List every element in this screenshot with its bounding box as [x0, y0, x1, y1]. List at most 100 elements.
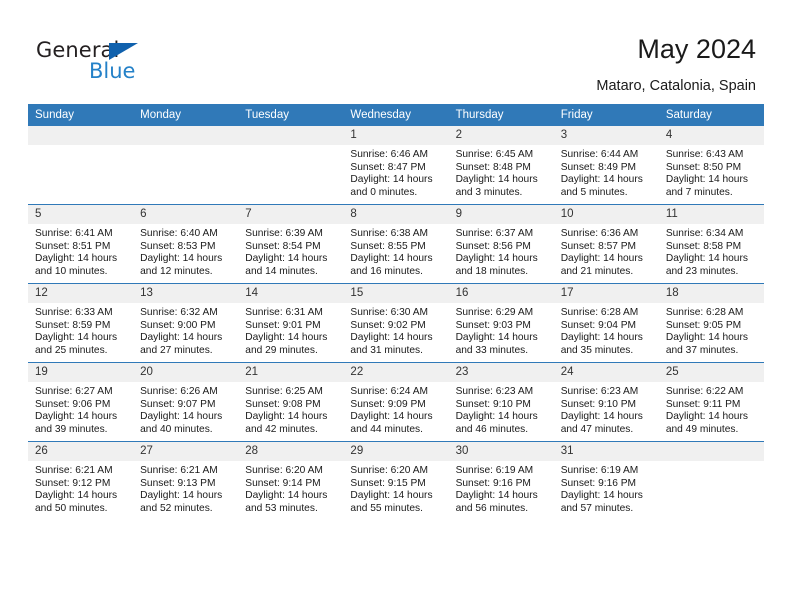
calendar-day-cell[interactable]: 30 Sunrise: 6:19 AM Sunset: 9:16 PM Dayligh…	[448, 441, 554, 520]
day-sun-info: Sunrise: 6:33 AM Sunset: 8:59 PM Daylight:…	[28, 303, 133, 357]
calendar-day-cell[interactable]: 10 Sunrise: 6:36 AM Sunset: 8:57 PM Dayligh…	[553, 204, 659, 284]
daylight-duration-line2: and 21 minutes.	[560, 265, 634, 277]
daylight-duration-line1: Daylight: 14 hours	[560, 490, 643, 502]
calendar-day-cell[interactable]: 28 Sunrise: 6:20 AM Sunset: 9:14 PM Dayligh…	[238, 441, 344, 520]
page-subtitle: Mataro, Catalonia, Spain	[596, 78, 756, 94]
sunset-time: Sunset: 8:50 PM	[665, 161, 742, 173]
day-number: 16	[448, 284, 554, 303]
day-sun-info: Sunrise: 6:23 AM Sunset: 9:10 PM Daylight:…	[554, 382, 659, 436]
sunrise-time: Sunrise: 6:20 AM	[245, 465, 323, 476]
day-cell-content: 27 Sunrise: 6:21 AM Sunset: 9:13 PM Dayligh…	[133, 442, 239, 520]
daylight-duration-line2: and 27 minutes.	[140, 344, 213, 356]
day-number: 20	[133, 363, 239, 382]
day-cell-content: 22 Sunrise: 6:24 AM Sunset: 9:09 PM Dayligh…	[343, 363, 449, 441]
calendar-week-row: 19 Sunrise: 6:27 AM Sunset: 9:06 PM Dayligh…	[28, 362, 764, 442]
day-sun-info: Sunrise: 6:21 AM Sunset: 9:12 PM Daylight:…	[28, 461, 133, 515]
day-cell-content: 1 Sunrise: 6:46 AM Sunset: 8:47 PM Daylight…	[343, 126, 449, 204]
sunset-time: Sunset: 9:16 PM	[560, 477, 637, 489]
calendar-day-cell[interactable]: 5 Sunrise: 6:41 AM Sunset: 8:51 PM Daylight…	[28, 204, 134, 284]
daylight-duration-line1: Daylight: 14 hours	[560, 174, 643, 186]
calendar-day-cell[interactable]: 1 Sunrise: 6:46 AM Sunset: 8:47 PM Daylight…	[343, 126, 449, 205]
sunrise-time: Sunrise: 6:19 AM	[560, 465, 639, 476]
day-number: 26	[28, 442, 134, 461]
calendar-day-cell[interactable]: 7 Sunrise: 6:39 AM Sunset: 8:54 PM Daylight…	[238, 204, 344, 284]
sunset-time: Sunset: 9:01 PM	[245, 319, 321, 331]
weekday-header-friday: Friday	[553, 104, 659, 126]
sunrise-time: Sunrise: 6:32 AM	[140, 307, 218, 318]
sunrise-time: Sunrise: 6:46 AM	[350, 149, 429, 160]
calendar-day-cell[interactable]: 17 Sunrise: 6:28 AM Sunset: 9:04 PM Dayligh…	[553, 283, 659, 363]
sunrise-time: Sunrise: 6:39 AM	[245, 228, 323, 239]
calendar-day-cell[interactable]: 23 Sunrise: 6:23 AM Sunset: 9:10 PM Dayligh…	[448, 362, 554, 442]
sunset-time: Sunset: 8:53 PM	[140, 240, 216, 252]
sunset-time: Sunset: 8:57 PM	[560, 240, 637, 252]
brand-logo[interactable]: General Blue	[36, 38, 196, 86]
calendar-day-cell[interactable]: 4 Sunrise: 6:43 AM Sunset: 8:50 PM Daylight…	[658, 126, 764, 205]
calendar-day-cell[interactable]: 18 Sunrise: 6:28 AM Sunset: 9:05 PM Dayligh…	[658, 283, 764, 363]
calendar-day-cell[interactable]: 13 Sunrise: 6:32 AM Sunset: 9:00 PM Dayligh…	[133, 283, 239, 363]
calendar-day-cell[interactable]: 11 Sunrise: 6:34 AM Sunset: 8:58 PM Dayligh…	[658, 204, 764, 284]
calendar-day-cell[interactable]: 29 Sunrise: 6:20 AM Sunset: 9:15 PM Dayligh…	[343, 441, 449, 520]
calendar-day-cell[interactable]: 12 Sunrise: 6:33 AM Sunset: 8:59 PM Dayligh…	[28, 283, 134, 363]
day-sun-info: Sunrise: 6:39 AM Sunset: 8:54 PM Daylight:…	[238, 224, 343, 278]
calendar-day-cell[interactable]: 14 Sunrise: 6:31 AM Sunset: 9:01 PM Dayligh…	[238, 283, 344, 363]
sunrise-time: Sunrise: 6:27 AM	[35, 386, 113, 397]
sunrise-time: Sunrise: 6:41 AM	[35, 228, 113, 239]
calendar-day-cell[interactable]: 6 Sunrise: 6:40 AM Sunset: 8:53 PM Daylight…	[133, 204, 239, 284]
day-cell-content: 20 Sunrise: 6:26 AM Sunset: 9:07 PM Dayligh…	[133, 363, 239, 441]
calendar-day-cell[interactable]: 15 Sunrise: 6:30 AM Sunset: 9:02 PM Dayligh…	[343, 283, 449, 363]
day-number: 8	[343, 205, 449, 224]
calendar-day-cell[interactable]: 20 Sunrise: 6:26 AM Sunset: 9:07 PM Dayligh…	[133, 362, 239, 442]
day-number: 11	[658, 205, 764, 224]
daylight-duration-line1: Daylight: 14 hours	[245, 253, 328, 265]
calendar-day-cell[interactable]: 16 Sunrise: 6:29 AM Sunset: 9:03 PM Dayligh…	[448, 283, 554, 363]
weekday-header-sunday: Sunday	[28, 104, 134, 126]
day-cell-content: 3 Sunrise: 6:44 AM Sunset: 8:49 PM Daylight…	[553, 126, 659, 204]
day-cell-content: 28 Sunrise: 6:20 AM Sunset: 9:14 PM Dayligh…	[238, 442, 344, 520]
day-cell-content: 2 Sunrise: 6:45 AM Sunset: 8:48 PM Daylight…	[448, 126, 554, 204]
day-number: 22	[343, 363, 449, 382]
daylight-duration-line1: Daylight: 14 hours	[35, 411, 118, 423]
calendar-day-cell[interactable]: 31 Sunrise: 6:19 AM Sunset: 9:16 PM Dayligh…	[553, 441, 659, 520]
calendar-day-cell-empty	[28, 126, 134, 205]
calendar-day-cell[interactable]: 22 Sunrise: 6:24 AM Sunset: 9:09 PM Dayligh…	[343, 362, 449, 442]
calendar-day-cell[interactable]: 3 Sunrise: 6:44 AM Sunset: 8:49 PM Daylight…	[553, 126, 659, 205]
calendar-day-cell[interactable]: 26 Sunrise: 6:21 AM Sunset: 9:12 PM Dayligh…	[28, 441, 134, 520]
sunset-time: Sunset: 9:11 PM	[665, 398, 741, 410]
sunset-time: Sunset: 9:14 PM	[245, 477, 321, 489]
calendar-day-cell[interactable]: 24 Sunrise: 6:23 AM Sunset: 9:10 PM Dayligh…	[553, 362, 659, 442]
daylight-duration-line1: Daylight: 14 hours	[350, 174, 433, 186]
day-number: 23	[448, 363, 554, 382]
day-sun-info: Sunrise: 6:22 AM Sunset: 9:11 PM Daylight:…	[659, 382, 764, 436]
day-cell-content: 5 Sunrise: 6:41 AM Sunset: 8:51 PM Daylight…	[28, 205, 134, 283]
calendar-week-row: 1 Sunrise: 6:46 AM Sunset: 8:47 PM Daylight…	[28, 126, 764, 205]
calendar-day-cell[interactable]: 2 Sunrise: 6:45 AM Sunset: 8:48 PM Daylight…	[448, 126, 554, 205]
day-number: 5	[28, 205, 134, 224]
daylight-duration-line2: and 52 minutes.	[140, 502, 213, 514]
calendar-day-cell[interactable]: 27 Sunrise: 6:21 AM Sunset: 9:13 PM Dayligh…	[133, 441, 239, 520]
sunrise-time: Sunrise: 6:34 AM	[665, 228, 744, 239]
sunset-time: Sunset: 9:13 PM	[140, 477, 216, 489]
daylight-duration-line2: and 31 minutes.	[350, 344, 423, 356]
day-number: 4	[658, 126, 764, 145]
calendar-day-cell[interactable]: 21 Sunrise: 6:25 AM Sunset: 9:08 PM Dayligh…	[238, 362, 344, 442]
sunset-time: Sunset: 9:03 PM	[455, 319, 531, 331]
day-number: 15	[343, 284, 449, 303]
sunrise-time: Sunrise: 6:19 AM	[455, 465, 534, 476]
calendar-day-cell[interactable]: 25 Sunrise: 6:22 AM Sunset: 9:11 PM Dayligh…	[658, 362, 764, 442]
calendar-day-cell[interactable]: 19 Sunrise: 6:27 AM Sunset: 9:06 PM Dayligh…	[28, 362, 134, 442]
daylight-duration-line2: and 5 minutes.	[560, 186, 628, 198]
daylight-duration-line2: and 56 minutes.	[455, 502, 529, 514]
calendar-day-cell-empty	[133, 126, 239, 205]
day-number: 7	[238, 205, 344, 224]
page-header: General Blue May 2024 Mataro, Catalonia,…	[0, 0, 792, 100]
daylight-duration-line1: Daylight: 14 hours	[350, 332, 433, 344]
calendar-day-cell[interactable]: 9 Sunrise: 6:37 AM Sunset: 8:56 PM Daylight…	[448, 204, 554, 284]
daylight-duration-line1: Daylight: 14 hours	[245, 490, 328, 502]
calendar-day-cell[interactable]: 8 Sunrise: 6:38 AM Sunset: 8:55 PM Daylight…	[343, 204, 449, 284]
sunset-time: Sunset: 9:16 PM	[455, 477, 531, 489]
day-cell-content: 10 Sunrise: 6:36 AM Sunset: 8:57 PM Dayligh…	[553, 205, 659, 283]
day-sun-info: Sunrise: 6:28 AM Sunset: 9:04 PM Daylight:…	[554, 303, 659, 357]
sunrise-time: Sunrise: 6:28 AM	[560, 307, 639, 318]
sunset-time: Sunset: 8:55 PM	[350, 240, 426, 252]
